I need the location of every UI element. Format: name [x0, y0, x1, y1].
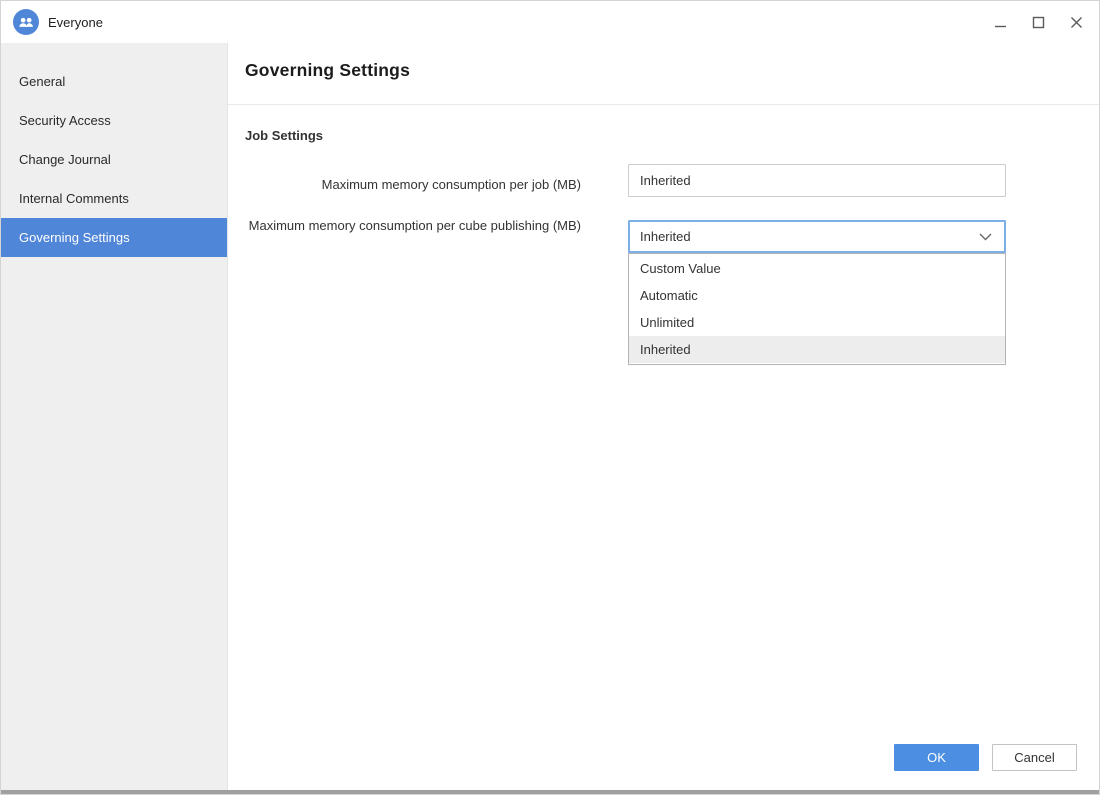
title-divider [228, 104, 1099, 105]
sidebar-item-internal-comments[interactable]: Internal Comments [1, 179, 227, 218]
sidebar-item-label: Security Access [19, 113, 111, 128]
dialog-window: Everyone General Security Access Change … [0, 0, 1100, 795]
sidebar-item-security-access[interactable]: Security Access [1, 101, 227, 140]
dropdown-option-inherited[interactable]: Inherited [629, 336, 1005, 363]
window-controls [991, 1, 1085, 43]
maximize-icon[interactable] [1029, 13, 1047, 31]
ok-button[interactable]: OK [894, 744, 979, 771]
sidebar-item-label: Change Journal [19, 152, 111, 167]
select-value: Inherited [630, 229, 979, 244]
sidebar-item-label: General [19, 74, 65, 89]
sidebar: General Security Access Change Journal I… [1, 43, 228, 790]
section-title-job-settings: Job Settings [245, 128, 323, 143]
dropdown-option-custom-value[interactable]: Custom Value [629, 255, 1005, 282]
field-label-max-memory-per-job: Maximum memory consumption per job (MB) [245, 174, 581, 195]
max-memory-per-job-input[interactable] [628, 164, 1006, 197]
sidebar-item-label: Internal Comments [19, 191, 129, 206]
sidebar-item-label: Governing Settings [19, 230, 130, 245]
cancel-button[interactable]: Cancel [992, 744, 1077, 771]
page-title: Governing Settings [245, 60, 410, 81]
dropdown-panel: Custom Value Automatic Unlimited Inherit… [628, 253, 1006, 365]
sidebar-item-change-journal[interactable]: Change Journal [1, 140, 227, 179]
chevron-down-icon [979, 233, 1004, 241]
max-memory-per-cube-publishing-select[interactable]: Inherited [628, 220, 1006, 253]
main-content: Governing Settings Job Settings Maximum … [228, 43, 1099, 790]
minimize-icon[interactable] [991, 13, 1009, 31]
dropdown-option-automatic[interactable]: Automatic [629, 282, 1005, 309]
group-users-icon [13, 9, 39, 35]
field-label-max-memory-per-cube-publishing: Maximum memory consumption per cube publ… [245, 215, 581, 236]
window-bottom-edge [1, 790, 1099, 794]
titlebar: Everyone [1, 1, 1099, 43]
close-icon[interactable] [1067, 13, 1085, 31]
dropdown-option-unlimited[interactable]: Unlimited [629, 309, 1005, 336]
window-title: Everyone [48, 15, 103, 30]
sidebar-item-general[interactable]: General [1, 62, 227, 101]
sidebar-item-governing-settings[interactable]: Governing Settings [1, 218, 227, 257]
